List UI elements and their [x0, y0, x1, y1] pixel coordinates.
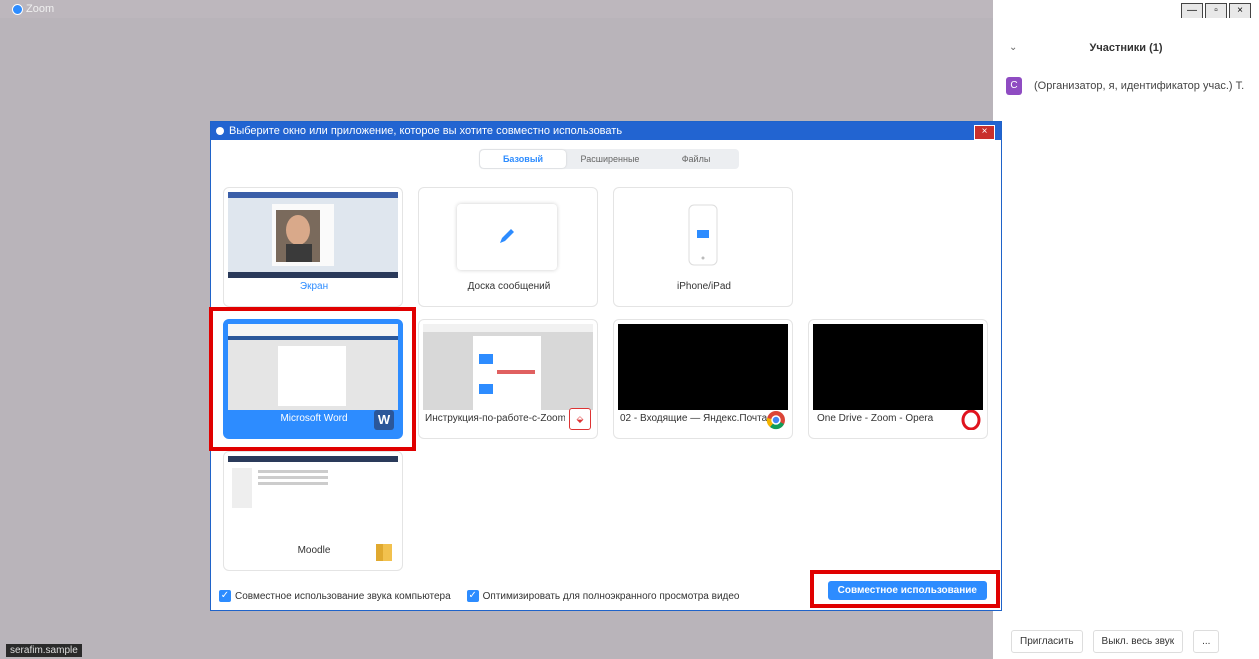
share-options: ✓ Совместное использование звука компьют… — [219, 590, 740, 602]
share-tile-whiteboard[interactable]: Доска сообщений — [418, 187, 598, 307]
participants-actions: Пригласить Выкл. весь звук ... — [1011, 630, 1220, 653]
more-button[interactable]: ... — [1193, 630, 1220, 653]
share-sound-checkbox[interactable]: ✓ Совместное использование звука компьют… — [219, 590, 451, 602]
pdf-preview-thumbnail — [423, 324, 593, 410]
moodle-preview-thumbnail — [228, 456, 398, 542]
tile-label: Инструкция-по-работе-с-Zoom... — [425, 413, 565, 424]
highlight-frame-share-button — [810, 570, 1000, 608]
share-sound-label: Совместное использование звука компьютер… — [235, 590, 451, 602]
chrome-app-icon — [766, 411, 785, 430]
minimize-button[interactable]: — — [1181, 3, 1203, 19]
tab-files[interactable]: Файлы — [653, 149, 739, 169]
window-title: Zoom — [26, 3, 55, 15]
maximize-button[interactable]: ▫ — [1205, 3, 1227, 19]
window-titlebar: Zoom — [0, 0, 993, 18]
zoom-dialog-icon — [216, 127, 224, 135]
tab-basic[interactable]: Базовый — [480, 150, 566, 168]
folder-icon — [376, 544, 392, 561]
share-tabs: Базовый Расширенные Файлы — [479, 149, 739, 169]
share-tile-iphone[interactable]: iPhone/iPad — [613, 187, 793, 307]
window-controls: — ▫ × — [1181, 3, 1251, 19]
tile-label: iPhone/iPad — [677, 281, 731, 292]
pdf-app-icon: ⬙ — [569, 408, 591, 430]
opera-app-icon — [961, 410, 981, 430]
share-tile-pdf[interactable]: Инструкция-по-работе-с-Zoom... ⬙ — [418, 319, 598, 439]
optimize-video-label: Оптимизировать для полноэкранного просмо… — [482, 590, 740, 602]
share-tile-moodle[interactable]: Moodle — [223, 451, 403, 571]
user-name-label: serafim.sample — [6, 644, 82, 657]
optimize-video-checkbox[interactable]: ✓ Оптимизировать для полноэкранного прос… — [466, 590, 740, 602]
phone-icon — [688, 204, 718, 266]
opera-preview-thumbnail — [813, 324, 983, 410]
chrome-preview-thumbnail — [618, 324, 788, 410]
close-window-button[interactable]: × — [1229, 3, 1251, 19]
participant-row[interactable]: C (Организатор, я, идентификатор учас.) … — [1006, 77, 1244, 95]
tile-label: 02 - Входящие — Яндекс.Почта — [620, 413, 768, 424]
checkmark-icon: ✓ — [466, 590, 479, 602]
dialog-close-button[interactable]: × — [974, 125, 995, 140]
share-tile-chrome[interactable]: 02 - Входящие — Яндекс.Почта — [613, 319, 793, 439]
screen-preview-thumbnail — [228, 192, 398, 278]
zoom-logo-icon — [12, 4, 23, 15]
invite-button[interactable]: Пригласить — [1011, 630, 1083, 653]
participant-name: (Организатор, я, идентификатор учас.) Т. — [1034, 80, 1245, 92]
participants-panel: ⌄ Участники (1) C (Организатор, я, идент… — [993, 18, 1259, 659]
dialog-title: Выберите окно или приложение, которое вы… — [229, 125, 623, 137]
participants-header: Участники (1) — [1089, 42, 1163, 54]
tile-label: One Drive - Zoom - Opera — [817, 413, 934, 424]
tab-advanced[interactable]: Расширенные — [567, 149, 653, 169]
tile-label: Доска сообщений — [467, 281, 551, 292]
tile-label: Экран — [299, 281, 329, 292]
mute-all-button[interactable]: Выкл. весь звук — [1092, 630, 1184, 653]
avatar: C — [1006, 77, 1022, 95]
share-tile-opera[interactable]: One Drive - Zoom - Opera — [808, 319, 988, 439]
dialog-titlebar: Выберите окно или приложение, которое вы… — [211, 122, 1001, 140]
highlight-frame-word — [209, 307, 416, 451]
pencil-icon — [500, 229, 514, 243]
share-tile-screen[interactable]: Экран — [223, 187, 403, 307]
checkmark-icon: ✓ — [219, 590, 231, 602]
